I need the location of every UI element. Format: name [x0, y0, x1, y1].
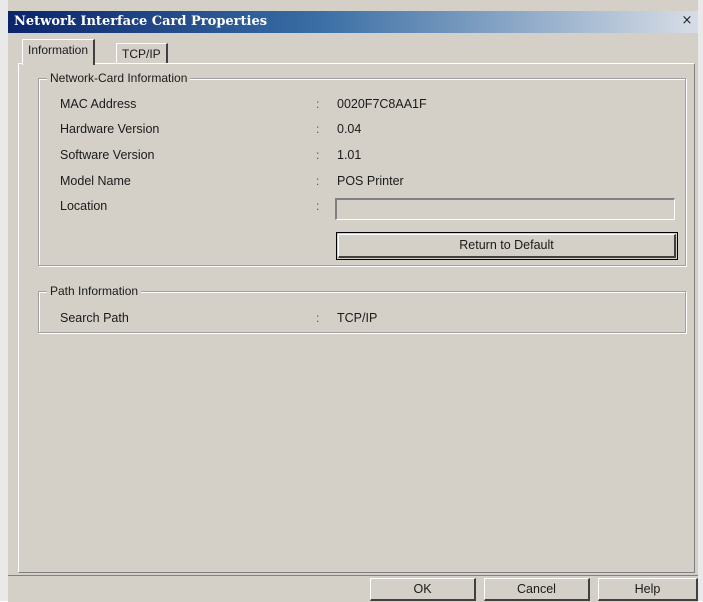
- location-label: Location: [60, 199, 108, 213]
- dialog-button-bar: [8, 575, 698, 602]
- title-bar[interactable]: Network Interface Card Properties ×: [8, 11, 698, 33]
- hardware-version-value: 0.04: [337, 122, 362, 136]
- model-name-colon: :: [316, 174, 320, 188]
- tab-tcpip[interactable]: TCP/IP: [116, 43, 168, 65]
- location-colon: :: [316, 199, 320, 213]
- mac-address-value: 0020F7C8AA1F: [337, 97, 427, 111]
- cancel-button[interactable]: Cancel: [484, 578, 590, 601]
- mac-address-colon: :: [316, 97, 320, 111]
- search-path-colon: :: [316, 311, 320, 325]
- model-name-value: POS Printer: [337, 174, 404, 188]
- software-version-colon: :: [316, 148, 320, 162]
- properties-dialog: Network Interface Card Properties × Info…: [0, 0, 703, 602]
- location-input[interactable]: [335, 198, 675, 220]
- software-version-value: 1.01: [337, 148, 362, 162]
- model-name-label: Model Name: [60, 174, 131, 188]
- search-path-label: Search Path: [60, 311, 129, 325]
- path-info-group-legend: Path Information: [47, 284, 142, 298]
- close-icon[interactable]: ×: [680, 14, 694, 28]
- window-right-edge: [698, 0, 703, 601]
- tab-information[interactable]: Information: [22, 39, 96, 65]
- hardware-version-colon: :: [316, 122, 320, 136]
- software-version-label: Software Version: [60, 148, 155, 162]
- window-title: Network Interface Card Properties: [14, 14, 268, 29]
- mac-address-label: MAC Address: [60, 97, 137, 111]
- network-card-group-legend: Network-Card Information: [47, 71, 191, 85]
- ok-button[interactable]: OK: [370, 578, 476, 601]
- return-to-default-button[interactable]: Return to Default: [338, 234, 676, 258]
- window-left-edge: [0, 0, 8, 601]
- search-path-value: TCP/IP: [337, 311, 378, 325]
- hardware-version-label: Hardware Version: [60, 122, 160, 136]
- help-button[interactable]: Help: [598, 578, 698, 601]
